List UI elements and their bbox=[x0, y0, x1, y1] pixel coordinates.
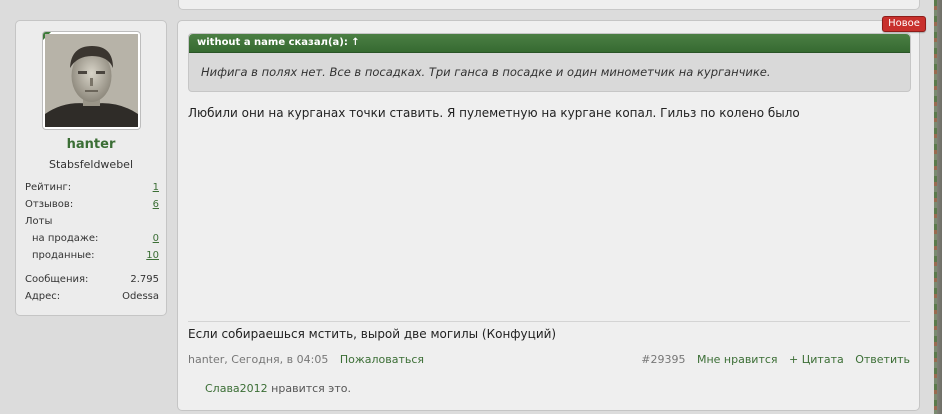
stat-value: Odessa bbox=[122, 291, 159, 302]
signature-divider bbox=[188, 321, 910, 322]
message-body: Любили они на курганах точки ставить. Я … bbox=[188, 106, 800, 120]
likes-summary: Слава2012 нравится это. bbox=[205, 382, 351, 395]
stat-value-link[interactable]: 0 bbox=[153, 230, 159, 247]
quote-button[interactable]: + Цитата bbox=[789, 353, 844, 366]
stat-label: на продаже: bbox=[32, 233, 99, 244]
user-info-card: hanter Stabsfeldwebel Рейтинг: 1 Отзывов… bbox=[15, 20, 167, 316]
stat-value-link[interactable]: 1 bbox=[153, 179, 159, 196]
page-background-edge bbox=[934, 0, 942, 414]
user-stats: Рейтинг: 1 Отзывов: 6 Лоты на продаже: 0… bbox=[25, 179, 159, 305]
stat-messages: Сообщения: 2.795 bbox=[25, 271, 159, 288]
post-number-link[interactable]: #29395 bbox=[641, 353, 685, 366]
stat-label: Рейтинг: bbox=[25, 182, 72, 193]
username[interactable]: hanter bbox=[16, 137, 166, 152]
like-button[interactable]: Мне нравится bbox=[697, 353, 778, 366]
avatar[interactable] bbox=[42, 31, 141, 130]
report-link[interactable]: Пожаловаться bbox=[340, 353, 424, 366]
user-title: Stabsfeldwebel bbox=[49, 158, 133, 171]
stat-on-sale: на продаже: 0 bbox=[25, 230, 159, 247]
likes-suffix: нравится это. bbox=[267, 382, 351, 395]
stat-reviews: Отзывов: 6 bbox=[25, 196, 159, 213]
stat-label: Лоты bbox=[25, 216, 53, 227]
avatar-photo bbox=[45, 34, 138, 127]
message-meta: hanter, Сегодня, в 04:05 Пожаловаться bbox=[188, 353, 424, 366]
stat-address: Адрес: Odessa bbox=[25, 288, 159, 305]
stat-label: Сообщения: bbox=[25, 274, 89, 285]
previous-post-edge bbox=[178, 0, 920, 10]
reply-button[interactable]: Ответить bbox=[855, 353, 910, 366]
stat-value-link[interactable]: 6 bbox=[153, 196, 159, 213]
quote-block: without a name сказал(а): ↑ Нифига в пол… bbox=[188, 33, 911, 92]
stat-value: 2.795 bbox=[130, 274, 159, 285]
liker-link[interactable]: Слава2012 bbox=[205, 382, 268, 395]
author-time-link[interactable]: hanter, Сегодня, в 04:05 bbox=[188, 353, 328, 366]
new-badge: Новое bbox=[882, 16, 926, 32]
stat-value-link[interactable]: 10 bbox=[146, 247, 159, 264]
stat-label: Отзывов: bbox=[25, 199, 74, 210]
stat-sold: проданные: 10 bbox=[25, 247, 159, 264]
signature: Если собираешься мстить, вырой две могил… bbox=[188, 327, 557, 341]
quote-text: Нифига в полях нет. Все в посадках. Три … bbox=[201, 65, 771, 79]
stat-rating: Рейтинг: 1 bbox=[25, 179, 159, 196]
quote-author-link[interactable]: without a name сказал(а): ↑ bbox=[189, 34, 910, 53]
stat-lots: Лоты bbox=[25, 213, 159, 230]
stat-label: проданные: bbox=[32, 250, 95, 261]
message-actions: #29395 Мне нравится + Цитата Ответить bbox=[641, 353, 910, 366]
stat-label: Адрес: bbox=[25, 291, 61, 302]
